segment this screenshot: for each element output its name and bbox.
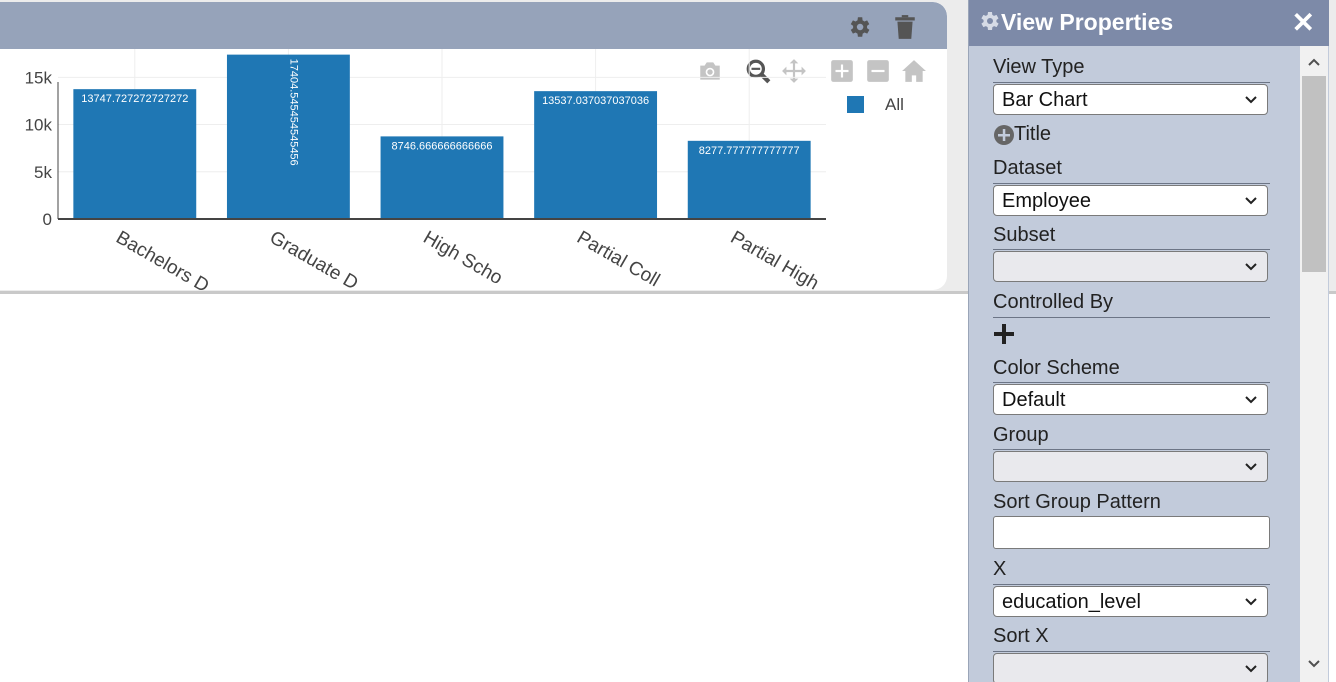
bar-chart: 0 5k 10k 15k 13747.727272727272 17404.545454…	[25, 49, 904, 290]
add-title-icon[interactable]	[993, 124, 1015, 146]
separator	[993, 651, 1270, 652]
dataset-value: Employee	[1002, 190, 1091, 212]
chevron-down-icon	[1245, 96, 1257, 104]
trash-icon[interactable]	[892, 14, 918, 40]
dataset-label: Dataset	[993, 157, 1062, 179]
x-tick-label: Bachelors D	[112, 227, 212, 290]
legend-label: All	[885, 95, 904, 114]
bar	[73, 89, 197, 219]
x-label: X	[993, 558, 1007, 580]
sort-group-pattern-label: Sort Group Pattern	[993, 491, 1161, 513]
gear-icon	[981, 12, 999, 30]
y-axis-ticks: 0 5k 10k 15k	[25, 68, 53, 229]
scrollbar-thumb[interactable]	[1302, 76, 1326, 272]
sort-group-pattern-input[interactable]	[993, 516, 1270, 549]
separator	[993, 584, 1270, 585]
panel-title: View Properties	[1001, 9, 1174, 35]
bar	[534, 91, 658, 219]
y-tick-label: 10k	[25, 116, 53, 135]
x-value: education_level	[1002, 591, 1141, 613]
title-label[interactable]: Title	[1014, 123, 1051, 146]
legend-swatch	[847, 96, 864, 113]
subset-label: Subset	[993, 224, 1056, 246]
separator	[993, 249, 1270, 250]
scroll-down-icon[interactable]	[1300, 650, 1328, 678]
chevron-down-icon	[1245, 197, 1257, 205]
bar-value-label: 13537.037037037036	[542, 95, 649, 107]
chevron-down-icon	[1245, 665, 1257, 673]
bar-value-label: 13747.727272727272	[81, 93, 188, 105]
chart-widget: 0 5k 10k 15k 13747.727272727272 17404.545454…	[0, 2, 947, 290]
view-type-label: View Type	[993, 56, 1085, 78]
gear-icon[interactable]	[846, 14, 872, 40]
dataset-select[interactable]: Employee	[993, 185, 1268, 216]
sort-x-select[interactable]	[993, 653, 1268, 682]
separator	[993, 382, 1270, 383]
add-controller-icon[interactable]	[993, 323, 1015, 345]
color-scheme-label: Color Scheme	[993, 357, 1120, 379]
chart-legend: All	[847, 95, 904, 114]
color-scheme-value: Default	[1002, 389, 1066, 411]
group-select[interactable]	[993, 451, 1268, 482]
x-tick-label: High Scho	[420, 227, 506, 289]
bar-value-label: 8746.666666666666	[392, 140, 493, 152]
x-tick-label: Partial Coll	[573, 227, 663, 290]
view-properties-panel: View Properties ✕ View Type Bar Chart Ti…	[968, 0, 1329, 682]
bar-value-label: 8277.777777777777	[699, 145, 800, 157]
close-icon[interactable]: ✕	[1292, 6, 1315, 39]
separator	[993, 449, 1270, 450]
chevron-down-icon	[1245, 263, 1257, 271]
y-tick-label: 0	[43, 210, 52, 229]
widget-header	[0, 2, 947, 49]
chevron-down-icon	[1245, 463, 1257, 471]
x-tick-label: Partial High	[727, 227, 823, 290]
x-tick-label: Graduate D	[266, 227, 362, 290]
subset-select[interactable]	[993, 251, 1268, 282]
panel-header: View Properties ✕	[969, 0, 1329, 46]
color-scheme-select[interactable]: Default	[993, 384, 1268, 415]
controlled-by-label: Controlled By	[993, 291, 1114, 313]
separator	[993, 183, 1270, 184]
view-type-select[interactable]: Bar Chart	[993, 84, 1268, 115]
separator	[993, 82, 1270, 83]
scroll-up-icon[interactable]	[1300, 48, 1328, 76]
sort-x-label: Sort X	[993, 625, 1049, 647]
panel-scrollbar[interactable]	[1300, 46, 1328, 682]
y-tick-label: 15k	[25, 68, 53, 87]
view-type-value: Bar Chart	[1002, 89, 1088, 111]
bar-value-label: 17404.545454545456	[287, 59, 299, 166]
y-tick-label: 5k	[34, 163, 52, 182]
separator	[993, 317, 1270, 318]
chevron-down-icon	[1245, 598, 1257, 606]
group-label: Group	[993, 424, 1049, 446]
chevron-down-icon	[1245, 396, 1257, 404]
x-axis-ticks: Bachelors D Graduate D High Scho Partial Co…	[112, 227, 822, 290]
x-select[interactable]: education_level	[993, 586, 1268, 617]
